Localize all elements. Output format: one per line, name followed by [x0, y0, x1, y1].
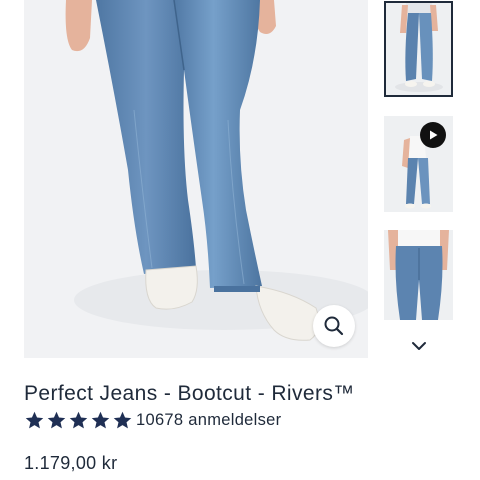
star-icon	[25, 411, 44, 428]
rating-row[interactable]: 10678 anmeldelser	[24, 409, 281, 431]
star-icon	[113, 411, 132, 428]
main-product-image[interactable]	[24, 0, 368, 358]
zoom-button[interactable]	[313, 305, 355, 347]
product-title: Perfect Jeans - Bootcut - Rivers™	[24, 382, 355, 405]
thumbnails-next-button[interactable]	[408, 336, 430, 356]
thumbnail-image	[384, 230, 453, 320]
chevron-down-icon	[412, 342, 426, 350]
magnifier-icon	[324, 316, 344, 336]
product-price: 1.179,00 kr	[24, 453, 118, 473]
star-icon	[47, 411, 66, 428]
thumbnail-image	[386, 3, 451, 95]
thumbnail-waist-detail-view[interactable]	[384, 230, 453, 320]
star-icon	[91, 411, 110, 428]
star-icon	[69, 411, 88, 428]
play-button[interactable]	[420, 122, 446, 148]
reviews-link[interactable]: 10678 anmeldelser	[136, 411, 281, 430]
thumbnail-front-full-view[interactable]	[384, 1, 453, 97]
star-rating	[24, 410, 133, 431]
play-icon	[430, 130, 438, 140]
jeans-photo	[65, 0, 368, 341]
